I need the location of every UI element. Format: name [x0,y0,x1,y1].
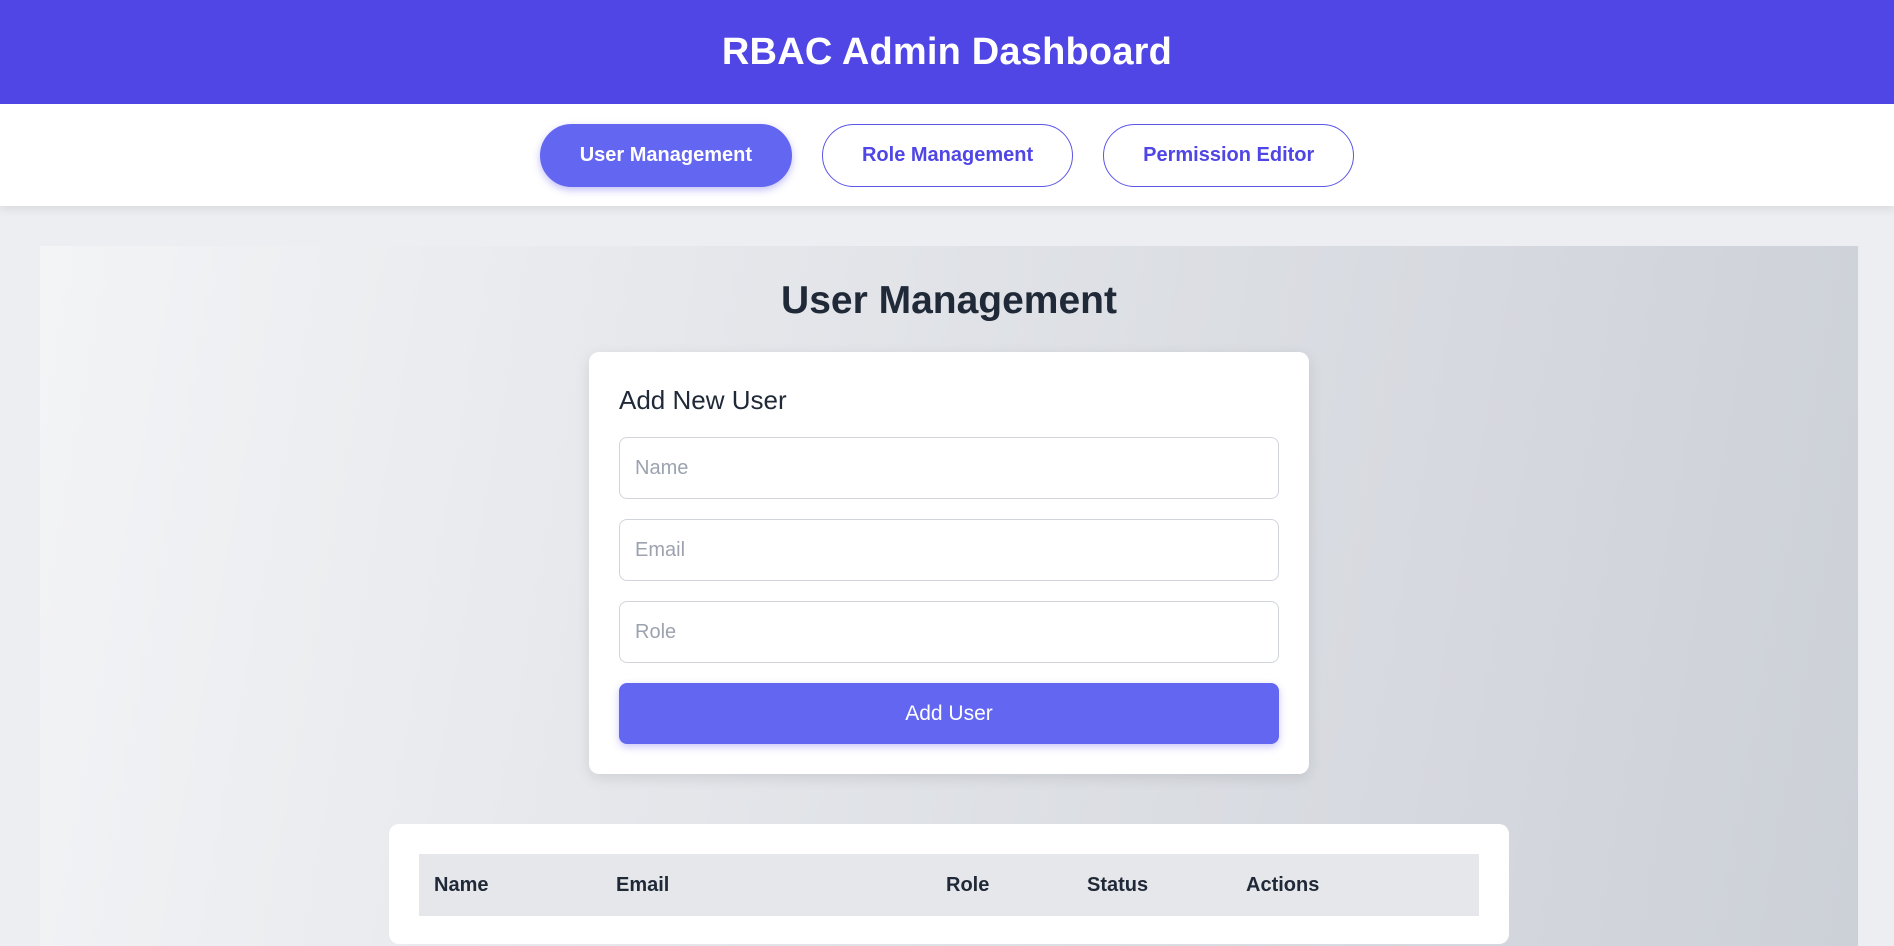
form-heading: Add New User [619,385,787,415]
column-header-role: Role [946,873,990,896]
table-header-row: Name Email Role Status Actions [419,854,1479,916]
tab-user-management[interactable]: User Management [539,123,792,187]
users-table: Name Email Role Status Actions [419,854,1479,916]
email-input[interactable] [619,519,1279,581]
column-header-actions: Actions [1246,873,1320,896]
page-title: User Management [781,279,1117,322]
app-header: RBAC Admin Dashboard [0,0,1894,104]
role-input[interactable] [619,601,1279,663]
main-content: User Management Add New User Add User Na… [40,246,1858,946]
users-table-card: Name Email Role Status Actions [389,824,1509,944]
app-title: RBAC Admin Dashboard [721,30,1173,73]
tab-role-management[interactable]: Role Management [821,123,1074,187]
main-nav: User Management Role Management Permissi… [0,104,1894,206]
name-input[interactable] [619,437,1279,499]
add-user-form: Add New User Add User [589,352,1309,774]
tab-permission-editor[interactable]: Permission Editor [1103,123,1355,187]
add-user-button[interactable]: Add User [619,683,1279,744]
column-header-name: Name [434,873,489,896]
column-header-email: Email [616,873,670,896]
column-header-status: Status [1087,873,1149,896]
